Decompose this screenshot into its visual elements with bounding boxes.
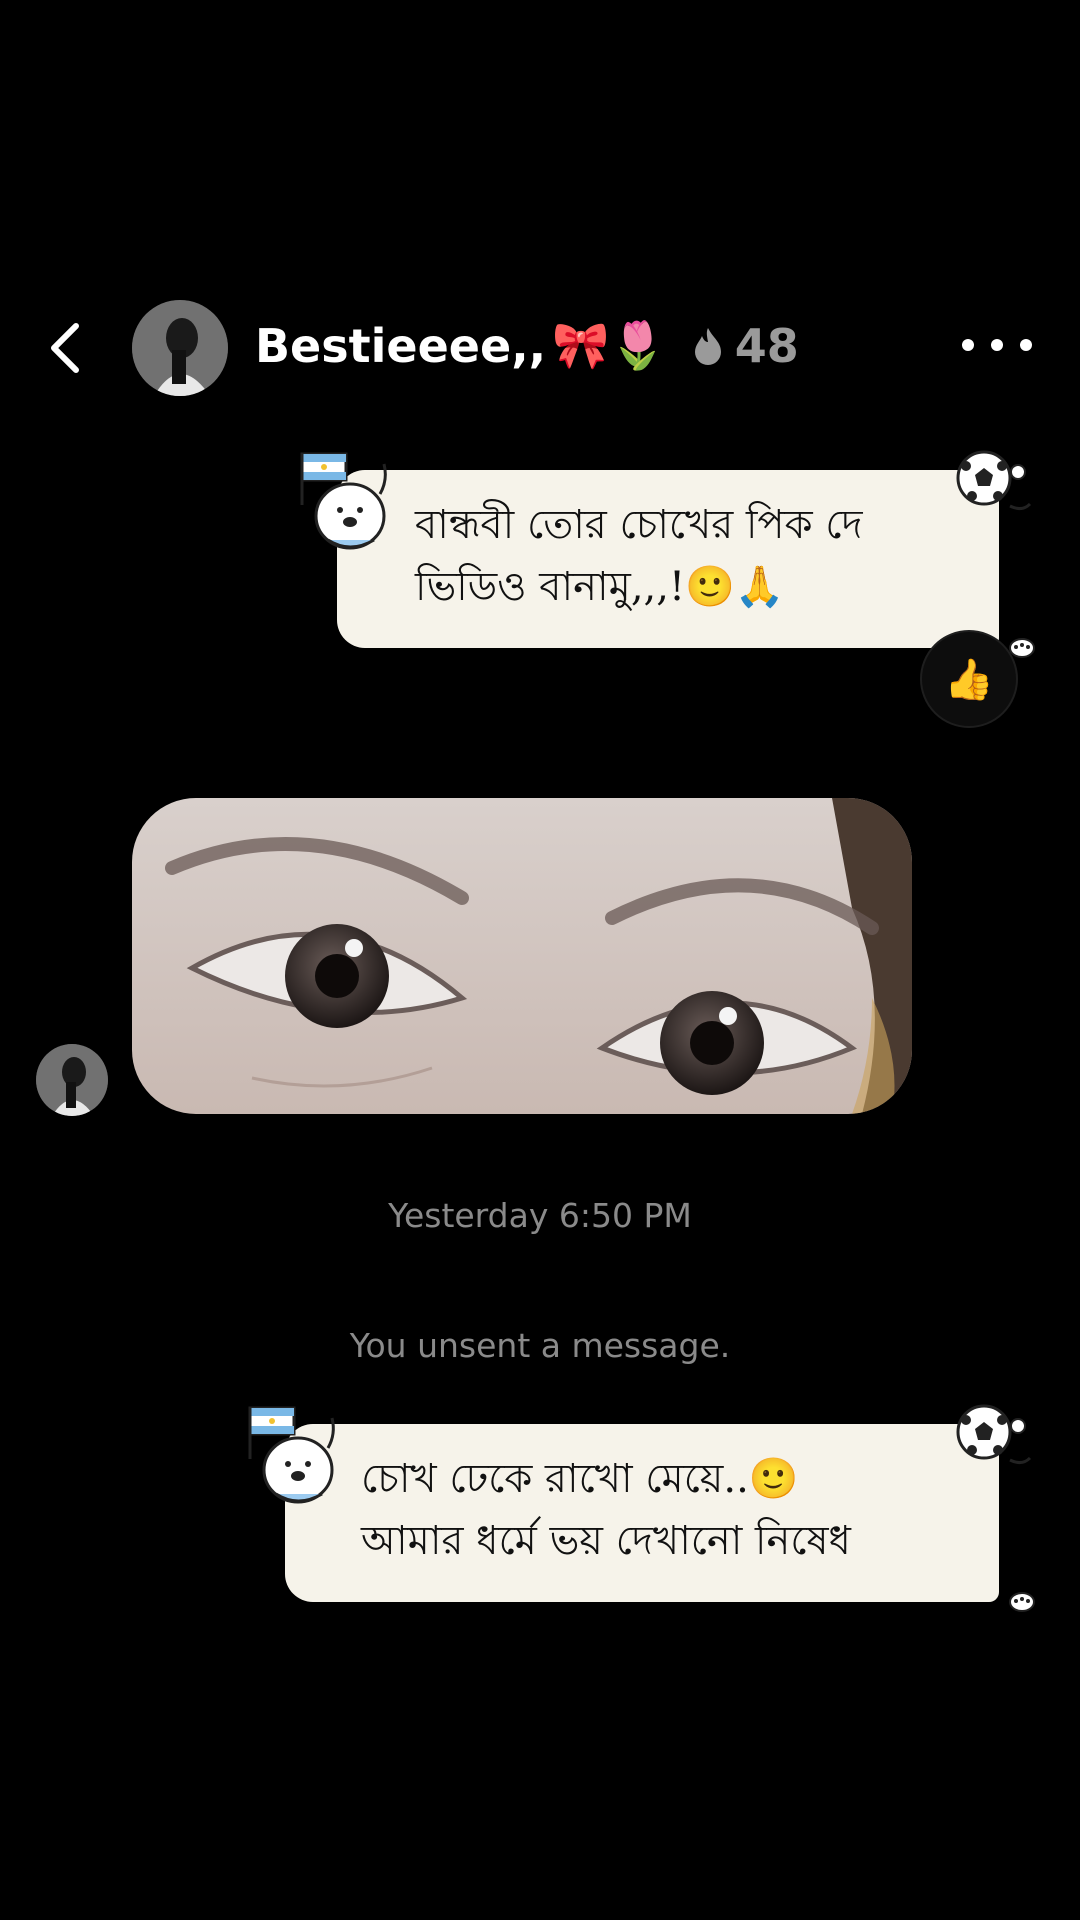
name-emojis: 🎀🌷 [552,318,667,372]
eyes-photo [132,798,912,1114]
more-options-button[interactable] [962,330,1032,360]
message-text-line: চোখ ঢেকে রাখো মেয়ে..🙂 [361,1456,799,1502]
thumbs-up-icon: 👍 [944,656,994,703]
back-button[interactable] [42,318,92,378]
message-timestamp: Yesterday 6:50 PM [388,1196,692,1235]
reaction-badge[interactable]: 👍 [920,630,1018,728]
chevron-left-icon [51,323,79,373]
streak-count: 48 [734,318,799,373]
soccer-ball-icon [956,450,1032,511]
photo-message[interactable] [132,798,912,1114]
more-dot [991,339,1003,351]
message-text-line: বান্ধবী তোর চোখের পিক দে [415,502,863,548]
message-text-line: ভিডিও বানামু,,,!🙂🙏 [415,564,785,610]
dog-sticker-icon [248,1406,335,1504]
streak-badge: 48 [691,319,799,373]
contact-avatar[interactable] [132,300,228,396]
soccer-ball-icon [956,1404,1032,1465]
more-horizontal-icon [962,339,974,351]
message-bubble-sent[interactable]: চোখ ঢেকে রাখো মেয়ে..🙂 আমার ধর্মে ভয় দে… [285,1424,999,1602]
sender-avatar[interactable] [36,1044,108,1116]
dog-sticker-icon [300,452,387,550]
message-text-line: আমার ধর্মে ভয় দেখানো নিষেধ [361,1518,851,1564]
contact-name[interactable]: Bestieeee,, 🎀🌷 48 [255,318,799,373]
more-dot [1020,339,1032,351]
unsent-notice: You unsent a message. [349,1326,731,1365]
contact-name-text: Bestieeee,, [255,318,547,373]
message-bubble-sent[interactable]: বান্ধবী তোর চোখের পিক দে ভিডিও বানামু,,,… [337,470,999,648]
fire-icon [694,327,721,365]
paw-icon [1009,1592,1035,1612]
